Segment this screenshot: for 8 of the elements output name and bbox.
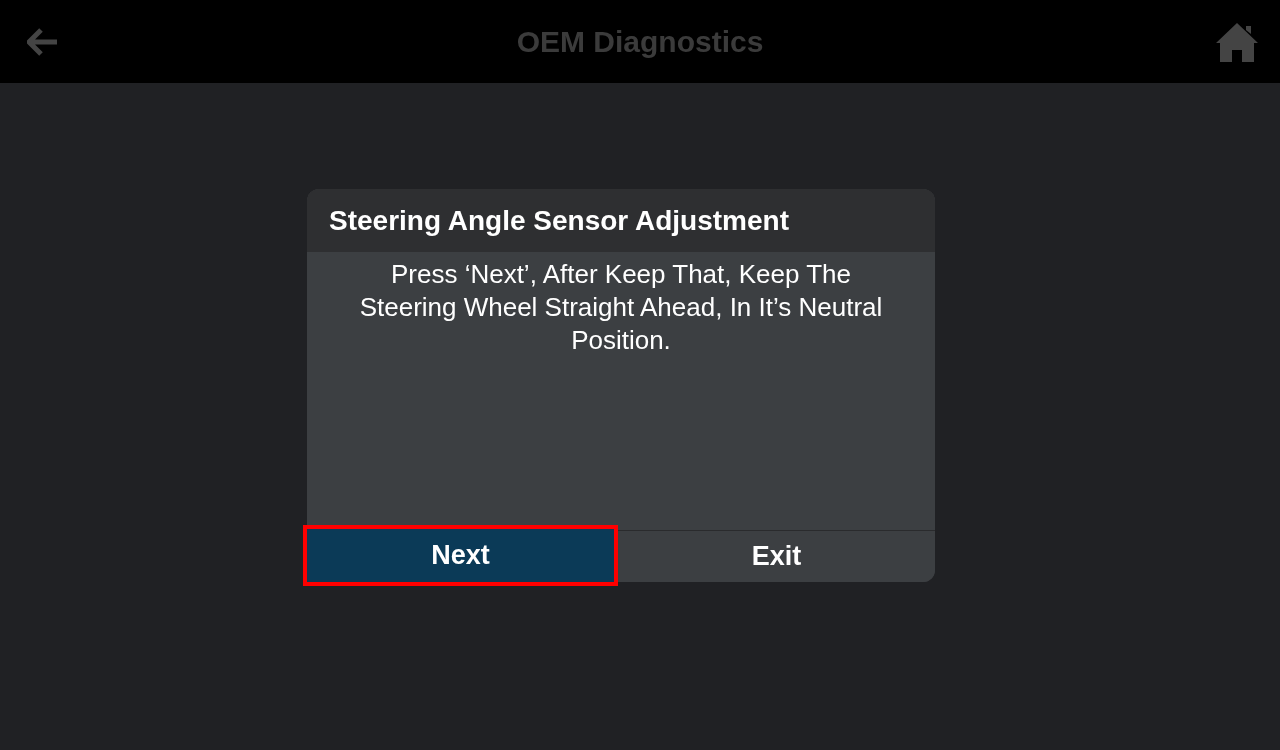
back-button[interactable] [27,27,59,56]
page-title: OEM Diagnostics [516,24,764,59]
dialog-title: Steering Angle Sensor Adjustment [329,204,789,237]
dialog-button[interactable]: Next [303,525,618,586]
back-arrow-icon [27,27,59,56]
dialog-message: Press ‘Next’, After Keep That, Keep The Steering Wheel Straight Ahead, In It’s Neutral Position. [358,258,884,357]
home-icon [1215,21,1259,62]
home-button[interactable] [1215,21,1259,62]
